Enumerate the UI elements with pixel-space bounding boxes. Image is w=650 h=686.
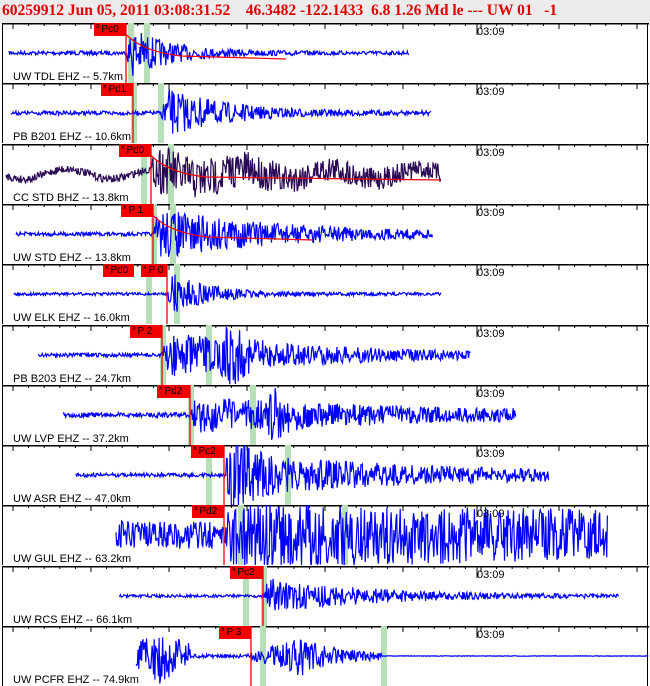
trace-panel[interactable]: x P 1 03:09 UW STD EHZ -- 13.8km (2, 203, 649, 264)
seismic-trace (62, 387, 517, 440)
time-label: 03:09 (477, 267, 505, 280)
pick-label: Pd0 (126, 144, 145, 156)
time-label: 03:09 (477, 327, 505, 340)
channel-label: PB B201 EHZ -- 10.6km (13, 131, 131, 144)
pick-flag[interactable]: x P 2 (130, 324, 162, 338)
time-label: 03:09 (477, 568, 505, 581)
pick-label: Pc2 (198, 446, 216, 458)
channel-label: UW GUL EHZ -- 63.2km (13, 553, 132, 566)
pick-label: P 2 (137, 325, 153, 337)
pick-flag[interactable]: x Pd2 (157, 384, 190, 398)
channel-label: UW ELK EHZ -- 16.0km (13, 312, 130, 325)
pick-flag[interactable]: x Pd0 (103, 264, 134, 278)
pick-label: Pd2 (164, 385, 183, 397)
trace-panel[interactable]: x Pd1 03:09 PB B201 EHZ -- 10.6km (2, 83, 649, 144)
time-label: 03:09 (477, 629, 505, 641)
seismic-trace (10, 88, 432, 134)
pick-flag[interactable]: x Pd1 (101, 83, 133, 97)
time-label: 03:09 (477, 26, 505, 38)
pick-label: P 1 (128, 204, 144, 216)
trace-panel[interactable]: x Pd2 03:09 UW GUL EHZ -- 63.2km (2, 505, 649, 566)
channel-label: UW PCFR EHZ -- 74.9km (13, 674, 139, 686)
trace-panel[interactable]: x Pc2 03:09 UW ASR EHZ -- 47.0km (2, 445, 649, 506)
seismic-trace (8, 32, 410, 76)
seismic-trace (115, 505, 608, 566)
pick-flag[interactable]: x Pd2 (192, 505, 224, 519)
pick-label: Pc0 (101, 24, 119, 35)
channel-label: UW LVP EHZ -- 37.2km (13, 432, 129, 445)
pick-flag[interactable]: x Pc2 (191, 445, 224, 459)
seismic-trace (118, 578, 620, 611)
channel-label: UW ASR EHZ -- 47.0km (13, 493, 131, 506)
channel-label: CC STD BHZ -- 13.8km (13, 191, 129, 204)
seismic-trace (15, 211, 434, 258)
pick-flag[interactable]: x P 0 (141, 264, 167, 278)
time-label: 03:09 (477, 206, 505, 219)
seismic-trace (135, 637, 649, 684)
seismic-trace (13, 274, 442, 312)
channel-label: UW RCS EHZ -- 66.1km (13, 613, 133, 626)
trace-panel[interactable]: x Pc0 03:09 UW TDL EHZ -- 5.7km (2, 23, 649, 83)
pick-label: Pc2 (237, 566, 255, 578)
time-label: 03:09 (477, 86, 505, 99)
trace-panel[interactable]: x Pc2 03:09 UW RCS EHZ -- 66.1km (2, 565, 649, 626)
event-header: 60259912 Jun 05, 2011 03:08:31.52 46.348… (0, 0, 650, 23)
channel-label: PB B203 EHZ -- 24.7km (13, 372, 131, 385)
time-label: 03:09 (477, 146, 505, 159)
pick-label: Pd0 (110, 265, 129, 277)
time-label: 03:09 (477, 448, 505, 461)
pick-flag[interactable]: x P 1 (121, 203, 153, 217)
time-label: 03:09 (477, 508, 505, 521)
trace-panel[interactable]: x P 3 03:09 UW PCFR EHZ -- 74.9km (2, 626, 649, 686)
trace-panel[interactable]: x Pd0 x P 0 03:09 UW ELK EHZ -- 16.0km (2, 264, 649, 325)
seismic-trace (5, 147, 442, 197)
pick-flag[interactable]: x P 3 (219, 626, 251, 639)
pick-flag[interactable]: x Pd0 (119, 143, 151, 157)
pick-label: P 0 (148, 265, 164, 277)
seismogram-viewer: 60259912 Jun 05, 2011 03:08:31.52 46.348… (0, 0, 650, 686)
pick-flag[interactable]: x Pc2 (230, 565, 263, 579)
pick-label: Pd1 (108, 84, 127, 96)
trace-panel[interactable]: x Pd2 03:09 UW LVP EHZ -- 37.2km (2, 384, 649, 445)
pick-label: P 3 (226, 627, 242, 638)
channel-label: UW TDL EHZ -- 5.7km (13, 71, 124, 83)
pick-flag[interactable]: x Pc0 (94, 23, 126, 36)
pick-label: Pd2 (199, 506, 218, 518)
channel-label: UW STD EHZ -- 13.8km (13, 251, 131, 264)
time-label: 03:09 (477, 387, 505, 400)
trace-panel[interactable]: x P 2 03:09 PB B203 EHZ -- 24.7km (2, 324, 649, 385)
trace-panel[interactable]: x Pd0 03:09 CC STD BHZ -- 13.8km (2, 143, 649, 204)
